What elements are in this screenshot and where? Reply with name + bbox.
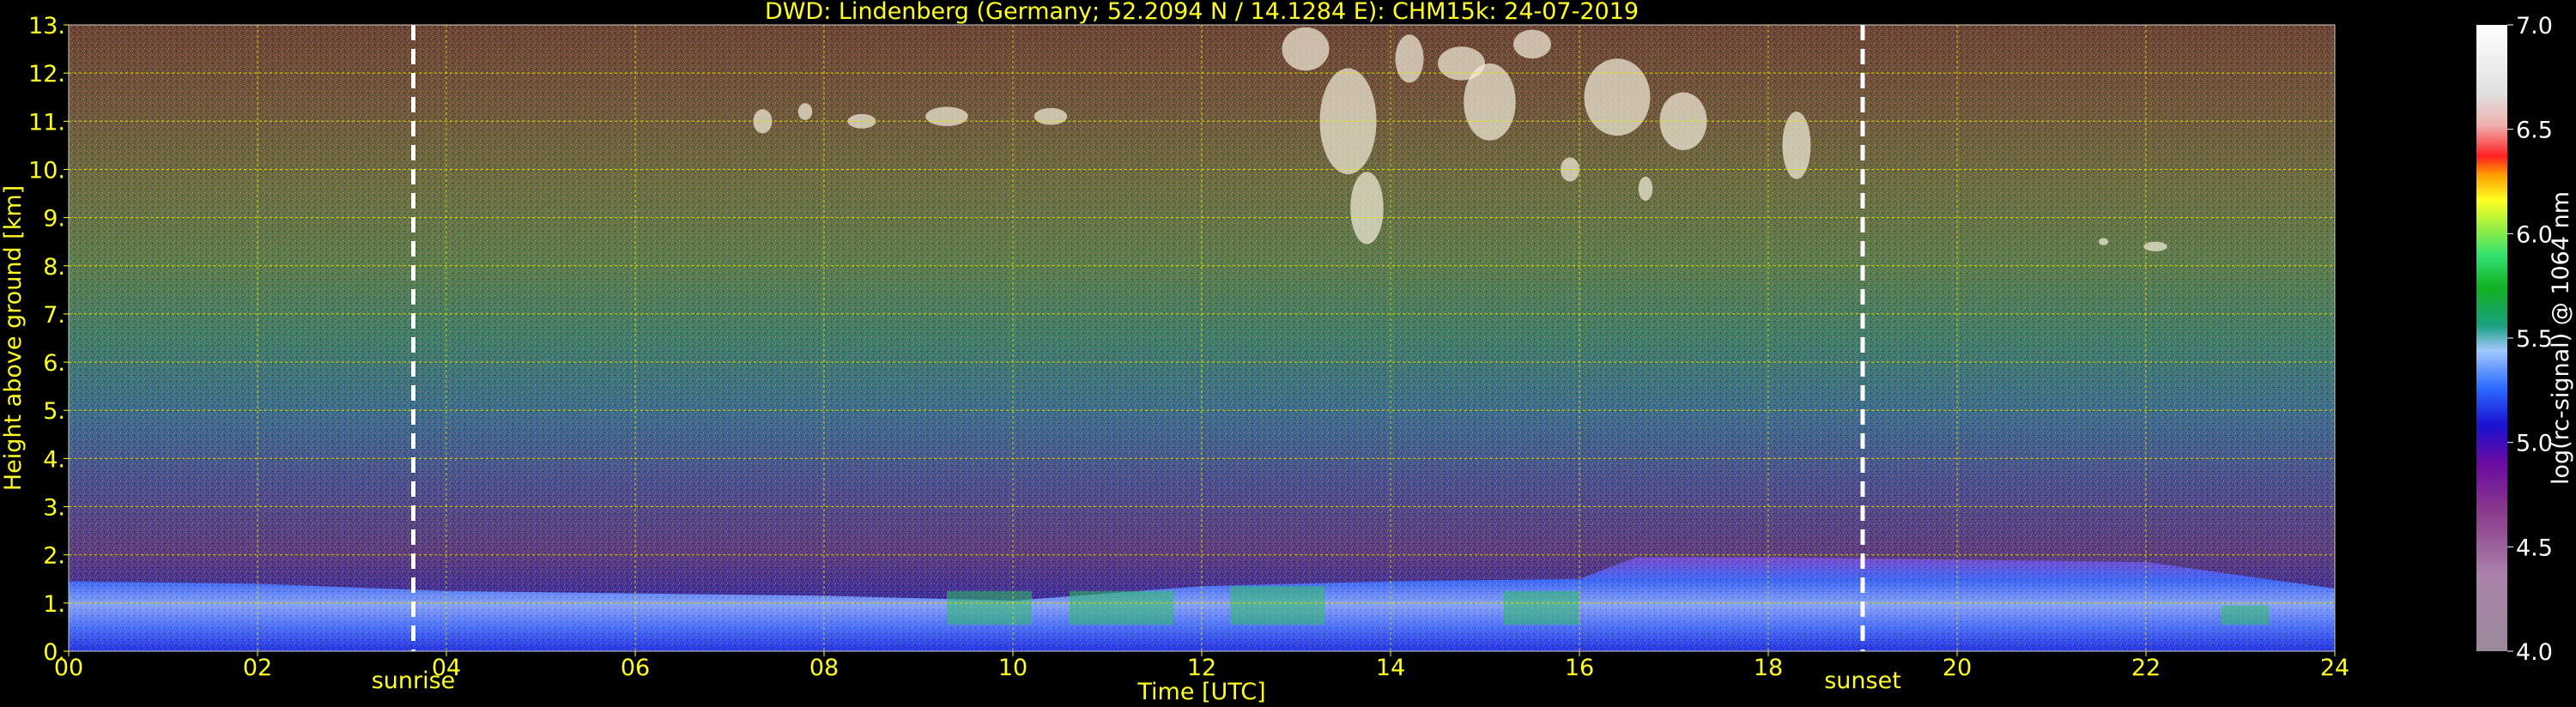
x-tick-label: 08 (809, 655, 839, 681)
y-tick-label: 6. (43, 350, 65, 377)
y-tick-label: 12. (28, 61, 65, 88)
cloud-cell-11 (1513, 29, 1551, 59)
x-tick-label: 14 (1376, 655, 1405, 681)
y-tick-label: 8. (43, 254, 65, 281)
colorbar-tick-label: 4.5 (2516, 535, 2553, 561)
sunset-label: sunset (1824, 668, 1901, 694)
cloud-cell-4 (1033, 107, 1068, 125)
x-tick-label: 22 (2131, 655, 2161, 681)
y-tick-label: 1. (43, 591, 65, 618)
colorbar-tick-labels: 4.04.55.05.56.06.57.0 (2507, 13, 2553, 666)
y-tick-labels: 0.1.2.3.4.5.6.7.8.9.10.11.12.13. (28, 13, 69, 666)
x-tick-label: 02 (243, 655, 272, 681)
colorbar (2476, 25, 2507, 651)
y-tick-label: 11. (28, 109, 65, 136)
convective-patch-1 (1070, 590, 1173, 625)
x-tick-label: 12 (1187, 655, 1216, 681)
colorbar-tick-label: 4.0 (2516, 639, 2553, 666)
convective-patch-4 (2221, 605, 2269, 625)
x-tick-label: 24 (2320, 655, 2349, 681)
x-tick-label: 20 (1943, 655, 1972, 681)
cloud-cell-14 (1638, 176, 1653, 201)
cloud-cell-3 (925, 106, 968, 126)
cloud-cell-5 (1282, 27, 1330, 71)
colorbar-tick-label: 6.5 (2516, 118, 2553, 144)
cloud-cell-8 (1395, 34, 1424, 83)
cloud-cell-18 (2143, 241, 2167, 251)
y-tick-label: 7. (43, 302, 65, 329)
x-tick-label: 06 (621, 655, 650, 681)
convective-patch-3 (1504, 590, 1579, 625)
colorbar-label: log(rc-signal) @ 1064 nm (2548, 191, 2574, 485)
y-tick-label: 2. (43, 543, 65, 570)
convective-patch-0 (947, 590, 1032, 625)
x-tick-label: 04 (432, 655, 461, 681)
cloud-cell-17 (2099, 238, 2108, 245)
y-tick-label: 10. (28, 157, 65, 184)
ceilometer-chart: sunrise sunset 0.1.2.3.4.5.6.7.8.9.10.11.… (0, 0, 2574, 705)
y-tick-label: 3. (43, 495, 65, 522)
y-tick-label: 9. (43, 206, 65, 233)
x-axis-label: Time [UTC] (1136, 679, 1265, 705)
cloud-cell-7 (1350, 172, 1384, 245)
convective-patch-2 (1230, 586, 1324, 625)
cloud-cell-10 (1464, 63, 1516, 141)
x-tick-label: 10 (998, 655, 1027, 681)
y-axis-label: Height above ground [km] (0, 185, 27, 491)
y-tick-label: 5. (43, 398, 65, 425)
x-tick-label: 00 (54, 655, 83, 681)
cloud-cell-1 (797, 103, 813, 120)
chart-title: DWD: Lindenberg (Germany; 52.2094 N / 14… (765, 0, 1639, 25)
y-tick-label: 4. (43, 446, 65, 473)
y-tick-label: 13. (28, 13, 65, 39)
x-tick-label: 16 (1565, 655, 1594, 681)
cloud-cell-13 (1584, 58, 1651, 136)
x-tick-label: 18 (1754, 655, 1783, 681)
colorbar-tick-label: 7.0 (2516, 13, 2553, 39)
cloud-cell-16 (1782, 112, 1811, 179)
